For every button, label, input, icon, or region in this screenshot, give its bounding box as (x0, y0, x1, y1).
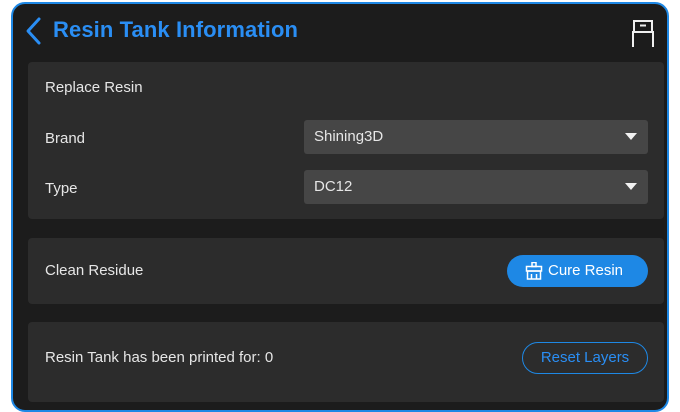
clean-residue-card: Clean Residue Cure Resin (28, 238, 664, 304)
reset-layers-label: Reset Layers (540, 349, 630, 366)
clean-residue-label: Clean Residue (45, 262, 144, 279)
brand-select-value: Shining3D (314, 128, 384, 145)
cure-resin-button[interactable]: Cure Resin (507, 255, 648, 287)
header: Resin Tank Information (13, 4, 667, 60)
type-select-value: DC12 (314, 178, 353, 195)
broom-icon (525, 262, 543, 280)
tank-usage-label: Resin Tank has been printed for: 0 (45, 349, 274, 366)
resin-tank-usage-card: Resin Tank has been printed for: 0 Reset… (28, 322, 664, 402)
type-select[interactable]: DC12 (304, 170, 648, 204)
chevron-down-icon (625, 133, 637, 140)
chevron-down-icon (625, 183, 637, 190)
replace-resin-card: Replace Resin Brand Shining3D Type DC12 (28, 62, 664, 219)
reset-layers-button[interactable]: Reset Layers (522, 342, 648, 374)
page-title: Resin Tank Information (53, 17, 299, 42)
brand-select[interactable]: Shining3D (304, 120, 648, 154)
chevron-left-icon[interactable] (23, 16, 45, 46)
replace-resin-label: Replace Resin (45, 79, 143, 96)
brand-label: Brand (45, 130, 86, 147)
resin-tank-panel: Resin Tank Information Replace Resin Bra… (11, 2, 669, 412)
type-label: Type (45, 180, 78, 197)
printer-icon[interactable] (630, 19, 656, 49)
cure-resin-label: Cure Resin (548, 262, 624, 279)
